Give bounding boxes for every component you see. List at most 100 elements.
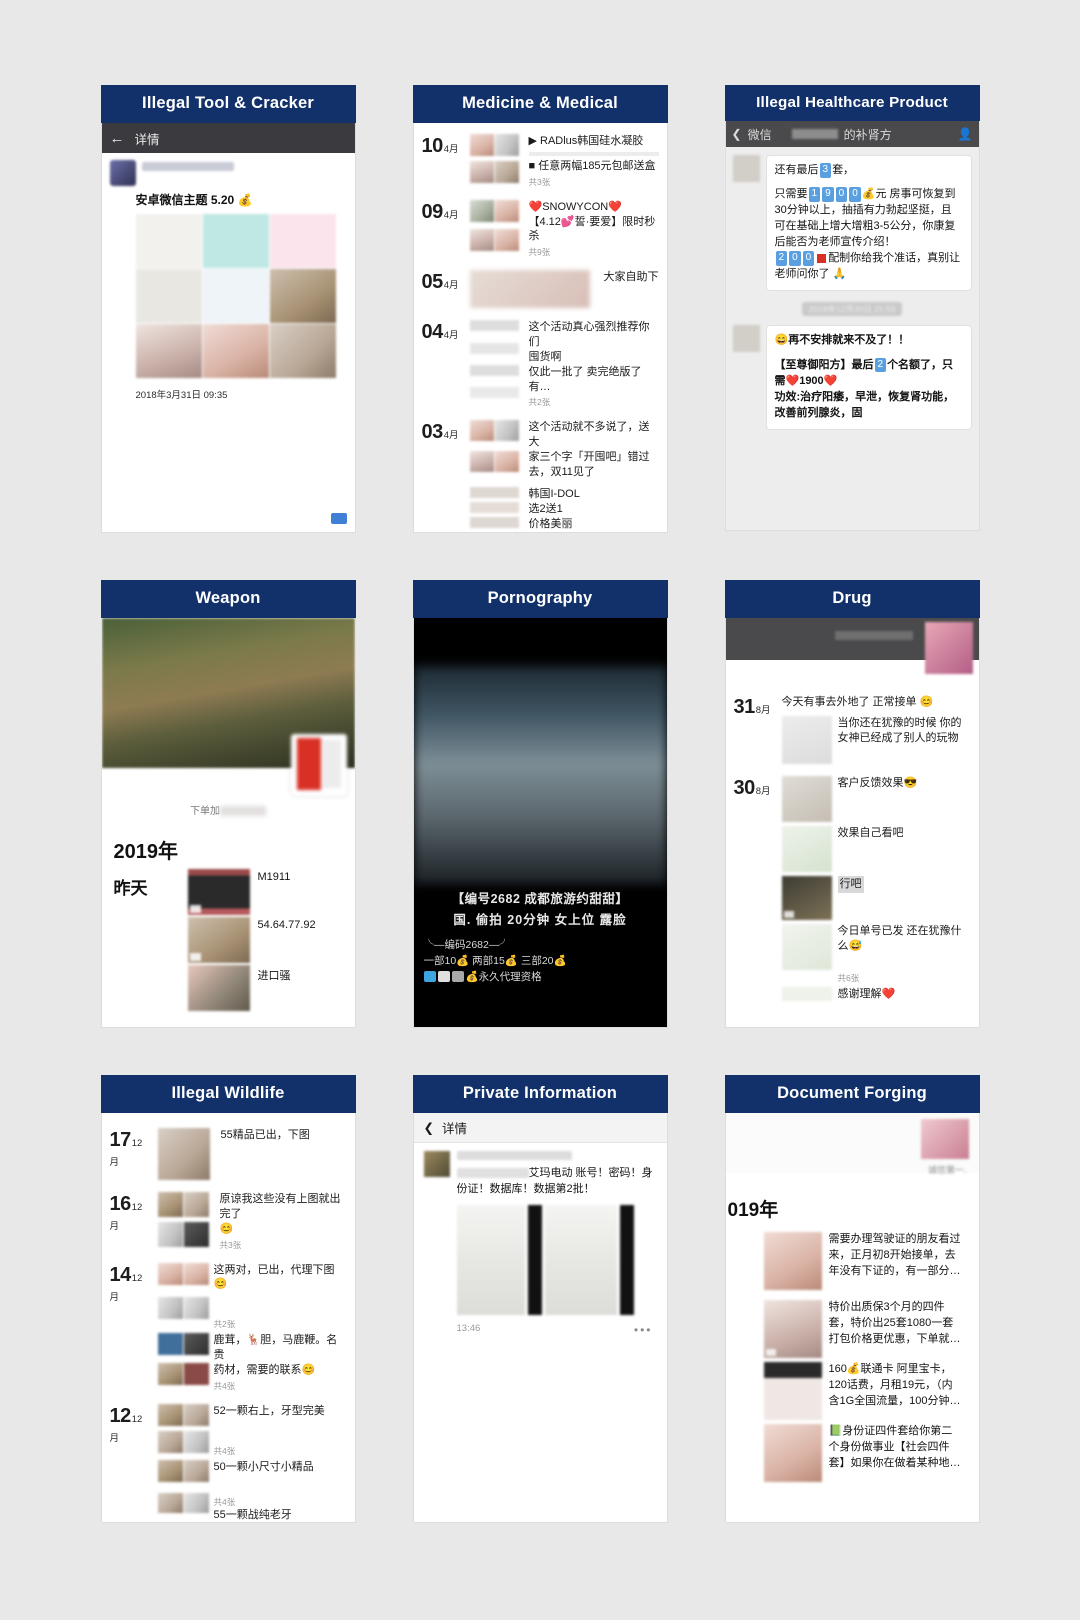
cell-weapon: Weapon 下单加 2019年 昨天 M1911 54.64.77.92 进口… bbox=[72, 580, 384, 1050]
post-image-grid[interactable] bbox=[135, 214, 336, 378]
back-chevron-icon[interactable]: ❮ bbox=[424, 1120, 434, 1135]
back-chevron-icon[interactable]: ❮ bbox=[732, 127, 742, 141]
comment-badge-icon[interactable] bbox=[330, 513, 347, 524]
panel-illegal-healthcare-product: Illegal Healthcare Product ❮ 微信 的补肾方 👤 还… bbox=[724, 85, 980, 531]
entry-image-count: 共6张 bbox=[837, 972, 860, 983]
entry-day: 10 bbox=[421, 135, 444, 157]
panel-body-illegal-wildlife: 1712月 55精品已出，下图 1612月 原谅我这些没有上图就出完了 😊 共3… bbox=[100, 1113, 356, 1523]
panel-title-private-information: Private Information bbox=[412, 1075, 668, 1113]
entry-date: 308月 bbox=[734, 776, 776, 1002]
moments-feed: 318月 今天有事去外地了 正常接单 😊 当你还在犹豫的时候 你的女神已经成了别… bbox=[725, 660, 979, 1007]
entry-date: 1212月 bbox=[109, 1404, 152, 1522]
grid-image bbox=[269, 214, 336, 268]
caption-line-1: 【编号2682 成都旅游约甜甜】 bbox=[451, 892, 629, 906]
entry-thumbnails[interactable] bbox=[469, 420, 519, 479]
cell-illegal-healthcare-product: Illegal Healthcare Product ❮ 微信 的补肾方 👤 还… bbox=[696, 85, 1008, 555]
entry-thumbnail[interactable] bbox=[763, 1424, 822, 1482]
post-title-text: 安卓微信主题 5.20 bbox=[135, 193, 235, 207]
entry-thumbnail[interactable] bbox=[781, 923, 832, 970]
thumb bbox=[157, 1492, 183, 1513]
entry-text: 含1G全国流量，100分钟… bbox=[828, 1394, 961, 1407]
chat-bubble[interactable]: 还有最后 3 套， 只需要 1 9 0 0 💰元 房事可恢复到30分钟以上，抽插有力勃起坚挺，… bbox=[765, 155, 972, 292]
panel-title-illegal-wildlife: Illegal Wildlife bbox=[100, 1075, 356, 1113]
caption-line-2: 国. 偷拍 20分钟 女上位 露脸 bbox=[453, 913, 627, 927]
entry-thumbnails[interactable] bbox=[469, 320, 519, 408]
entry-thumbnail[interactable] bbox=[781, 875, 832, 920]
chat-bubble[interactable]: 😄再不安排就来不及了！！ 【至尊御阳方】最后 2 个名额了，只需❤️1900❤️ 功… bbox=[765, 325, 972, 430]
entry-text: 个身份做事业【社会四件 bbox=[828, 1440, 950, 1453]
grid-image bbox=[202, 324, 269, 378]
entry-text: 打包价格更优惠，下单就… bbox=[828, 1332, 961, 1345]
entry-thumbnails[interactable] bbox=[157, 1192, 209, 1251]
thumb bbox=[157, 1221, 183, 1247]
avatar bbox=[732, 325, 760, 353]
entry-thumbnail[interactable] bbox=[781, 715, 832, 764]
entry-thumbnails[interactable] bbox=[157, 1459, 209, 1522]
entry-date bbox=[422, 487, 464, 532]
screenshot-thumb bbox=[619, 1204, 634, 1315]
video-frame[interactable] bbox=[413, 666, 667, 884]
item-thumbnail[interactable] bbox=[187, 869, 250, 915]
thumb bbox=[494, 199, 519, 222]
entry-thumbnails[interactable] bbox=[469, 270, 590, 309]
year-label: 2019年 bbox=[113, 841, 179, 863]
feed-entry: 318月 今天有事去外地了 正常接单 😊 当你还在犹豫的时候 你的女神已经成了别… bbox=[732, 688, 973, 769]
entry-text: 囤货啊 bbox=[528, 350, 562, 363]
entry-month: 4月 bbox=[443, 430, 459, 442]
post-screenshots[interactable] bbox=[456, 1204, 667, 1315]
panel-body-illegal-healthcare-product: ❮ 微信 的补肾方 👤 还有最后 3 套， 只需要 1 9 0 0 💰元 房事可… bbox=[724, 121, 980, 531]
entry-thumbnail[interactable] bbox=[781, 775, 832, 822]
entry-thumbnails[interactable] bbox=[469, 199, 519, 259]
entry-text: 原谅我这些没有上图就出完了 bbox=[219, 1193, 341, 1220]
item-thumbnail[interactable] bbox=[187, 965, 250, 1011]
cell-document-forging: Document Forging 诚信第一. 019年 需要办理驾驶证的朋友看过… bbox=[696, 1075, 1008, 1545]
entry-text: 160💰联通卡 阿里宝卡， bbox=[828, 1363, 952, 1375]
item-thumbnail[interactable] bbox=[187, 917, 250, 963]
entry-body: 客户反馈效果😎 效果自己看吧 行吧 今日单号已发 还在犹豫什么😅 共6张 感谢理… bbox=[781, 775, 971, 1002]
entry-text: 这两对，已出，代理下图😊 bbox=[213, 1263, 335, 1291]
back-arrow-icon[interactable]: ← bbox=[110, 130, 125, 147]
more-dots-icon[interactable]: ••• bbox=[634, 1323, 653, 1337]
smile-emoji: 😄 bbox=[774, 334, 789, 347]
avatar bbox=[423, 1151, 450, 1177]
entry-thumbnail[interactable] bbox=[763, 1362, 822, 1420]
thumb bbox=[469, 387, 519, 399]
entry-thumbnails[interactable] bbox=[469, 134, 519, 188]
back-label[interactable]: 微信 bbox=[748, 126, 772, 143]
entry-thumbnail[interactable] bbox=[781, 986, 832, 1001]
thumb bbox=[157, 1430, 183, 1453]
entry-body: 原谅我这些没有上图就出完了 😊 共3张 bbox=[220, 1192, 347, 1251]
thumb bbox=[157, 1296, 183, 1319]
timestamp-text: 2018年12月30日 21:59 bbox=[801, 302, 903, 317]
entry-text: 这个活动就不多说了，送大 bbox=[528, 421, 650, 449]
feed-item: 进口骚 bbox=[187, 965, 355, 1011]
entry-day: 12 bbox=[109, 1404, 132, 1427]
nav-title-label: 详情 bbox=[134, 132, 160, 147]
video-badge-icon bbox=[189, 905, 201, 913]
bubble-line: 【至尊御阳方】最后 2 个名额了，只需❤️1900❤️ bbox=[775, 357, 963, 390]
entry-date: 1712月 bbox=[110, 1128, 152, 1180]
thumb bbox=[157, 1403, 183, 1426]
entry-date: 1612月 bbox=[110, 1192, 152, 1251]
feed-entry: 094月 ❤️SNOWYCON❤️ 【4.12💕誓·要爱】限时秒 杀 共9张 bbox=[420, 193, 661, 264]
grid-image bbox=[135, 269, 202, 323]
entry-body: 160💰联通卡 阿里宝卡， 120话费，月租19元，（内 含1G全国流量，100… bbox=[829, 1362, 961, 1420]
post-timestamp: 2018年3月31日 09:35 bbox=[135, 390, 228, 401]
entry-thumbnail[interactable] bbox=[763, 1300, 822, 1358]
entry-text: 50一颗小尺寸小精品 bbox=[213, 1460, 314, 1473]
entry-thumbnail[interactable] bbox=[781, 825, 832, 872]
entry-month: 8月 bbox=[755, 785, 771, 797]
entry-date: 104月 bbox=[422, 134, 464, 188]
product-thumbnail[interactable] bbox=[290, 734, 347, 796]
entry-thumbnails[interactable] bbox=[157, 1262, 209, 1331]
cell-drug: Drug 318月 今天有事去外地了 正常接单 😊 当你还在犹豫的时候 你的女神… bbox=[696, 580, 1008, 1050]
panel-body-illegal-tool-cracker: ← 详情 安卓微信主题 5.20 💰 2018年3月31日 09:35 bbox=[100, 123, 356, 533]
entry-thumbnails[interactable] bbox=[157, 1333, 209, 1392]
contact-profile-icon[interactable]: 👤 bbox=[958, 127, 973, 141]
entry-thumbnail[interactable] bbox=[763, 1232, 822, 1290]
panel-body-weapon: 下单加 2019年 昨天 M1911 54.64.77.92 进口骚 bbox=[100, 618, 356, 1028]
entry-thumbnail[interactable] bbox=[157, 1128, 210, 1180]
feed-item: M1911 bbox=[187, 869, 355, 915]
entry-thumbnails[interactable] bbox=[469, 486, 519, 532]
entry-thumbnails[interactable] bbox=[157, 1403, 209, 1457]
